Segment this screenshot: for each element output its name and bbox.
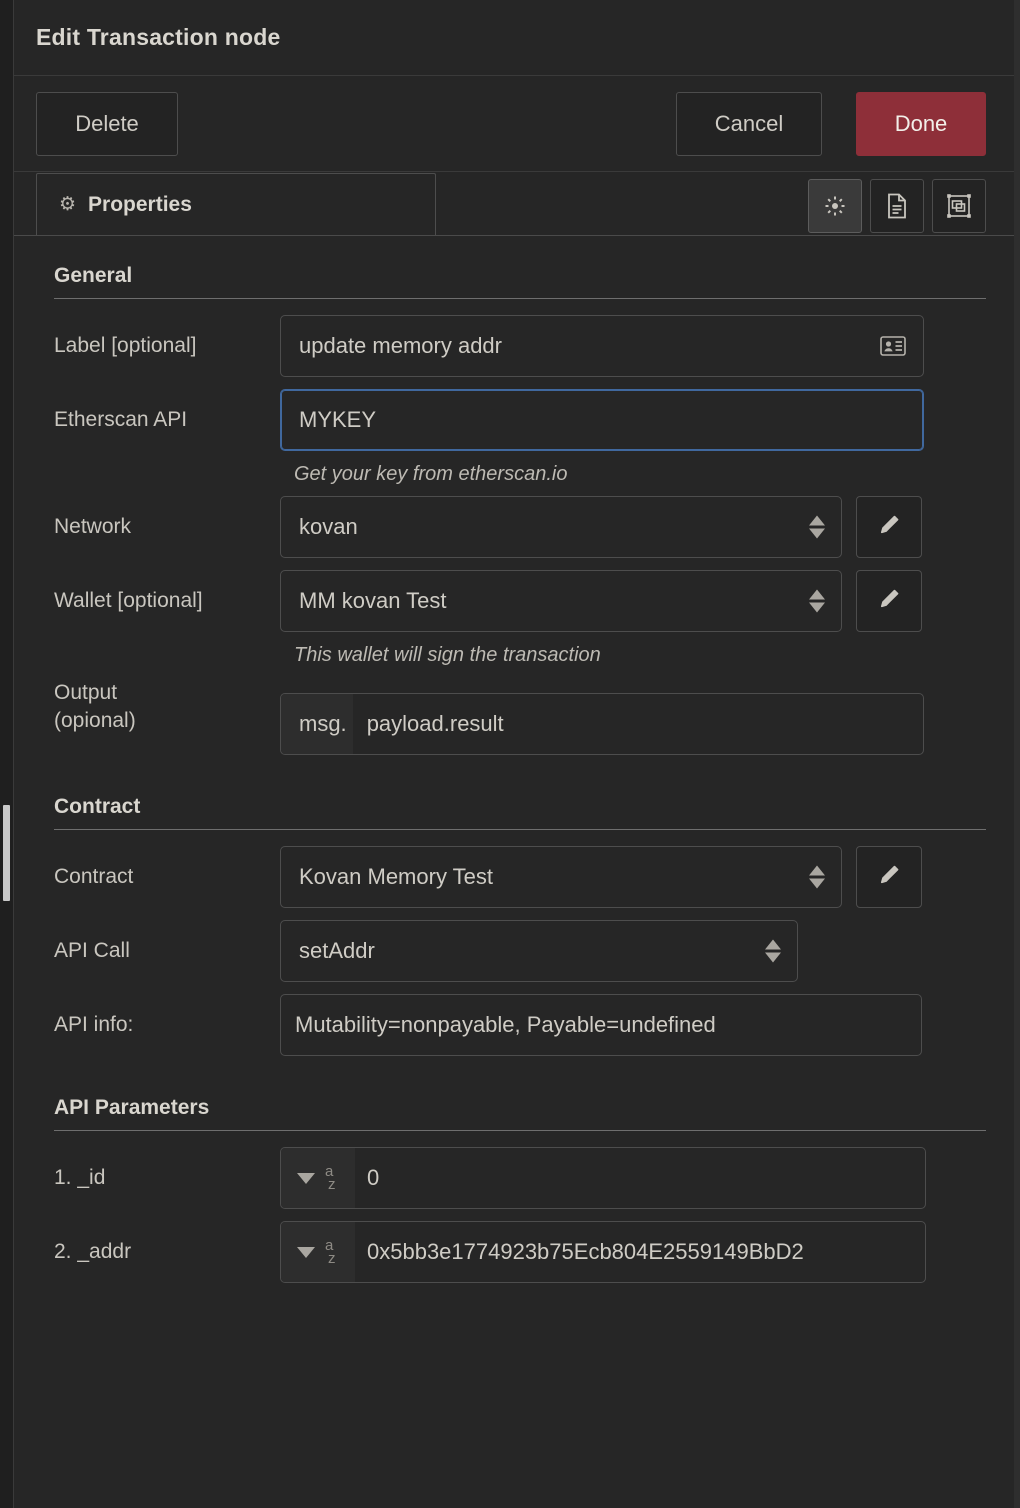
- section-heading-contract: Contract: [54, 767, 986, 829]
- wallet-select-value: MM kovan Test: [299, 588, 447, 614]
- pencil-icon: [877, 863, 901, 892]
- param-1-control: az: [280, 1147, 986, 1209]
- page-title: Edit Transaction node: [36, 24, 280, 51]
- select-arrows-icon: [809, 590, 825, 613]
- pencil-icon: [877, 587, 901, 616]
- param-2-field: az: [280, 1221, 926, 1283]
- dialog-title-bar: Edit Transaction node: [14, 0, 1014, 76]
- output-value-input[interactable]: [353, 694, 923, 754]
- cancel-button[interactable]: Cancel: [676, 92, 822, 156]
- label-field-control: [280, 315, 986, 377]
- api-call-field-control: setAddr: [280, 920, 986, 982]
- select-arrows-icon: [809, 866, 825, 889]
- output-label-line2: (opional): [54, 707, 272, 735]
- tab-strip: ⚙ Properties: [14, 172, 1014, 236]
- edit-transaction-dialog: Edit Transaction node Delete Cancel Done…: [0, 0, 1020, 1508]
- row-label-field: Label [optional]: [54, 315, 986, 377]
- network-field-label: Network: [54, 513, 280, 541]
- output-type-prefix[interactable]: msg.: [281, 694, 353, 754]
- contract-select[interactable]: Kovan Memory Test: [280, 846, 842, 908]
- appearance-tool-button[interactable]: [932, 179, 986, 233]
- api-call-field-label: API Call: [54, 937, 280, 965]
- output-field-label: Output (opional): [54, 677, 280, 735]
- row-api-call-field: API Call setAddr: [54, 920, 986, 982]
- network-select-value: kovan: [299, 514, 358, 540]
- gear-icon: [823, 194, 847, 218]
- az-string-icon: az: [323, 1237, 343, 1267]
- row-api-info-field: API info: Mutability=nonpayable, Payable…: [54, 994, 986, 1056]
- az-string-icon: az: [323, 1163, 343, 1193]
- api-info-value: Mutability=nonpayable, Payable=undefined: [280, 994, 922, 1056]
- row-contract-field: Contract Kovan Memory Test: [54, 846, 986, 908]
- param-1-label: 1. _id: [54, 1164, 280, 1192]
- dialog-panel: Edit Transaction node Delete Cancel Done…: [14, 0, 1020, 1508]
- document-icon: [886, 193, 908, 219]
- appearance-icon: [946, 193, 972, 219]
- output-field-control: msg.: [280, 677, 986, 755]
- tab-properties-label: Properties: [88, 193, 192, 217]
- network-field-control: kovan: [280, 496, 986, 558]
- chevron-down-icon: [297, 1173, 315, 1184]
- wallet-edit-button[interactable]: [856, 570, 922, 632]
- api-call-select[interactable]: setAddr: [280, 920, 798, 982]
- done-button[interactable]: Done: [856, 92, 986, 156]
- panel-scrollbar-thumb[interactable]: [3, 805, 10, 901]
- param-1-value-input[interactable]: [355, 1148, 925, 1208]
- network-select[interactable]: kovan: [280, 496, 842, 558]
- section-divider-api-parameters: [54, 1130, 986, 1131]
- param-1-field: az: [280, 1147, 926, 1209]
- param-2-value-input[interactable]: [355, 1222, 925, 1282]
- row-param-1: 1. _id az: [54, 1147, 986, 1209]
- select-arrows-icon: [809, 516, 825, 539]
- section-heading-api-parameters: API Parameters: [54, 1068, 986, 1130]
- row-param-2: 2. _addr az: [54, 1221, 986, 1283]
- wallet-field-control: MM kovan Test: [280, 570, 986, 632]
- wallet-select[interactable]: MM kovan Test: [280, 570, 842, 632]
- row-wallet-field: Wallet [optional] MM kovan Test: [54, 570, 986, 632]
- label-field-label: Label [optional]: [54, 332, 280, 360]
- select-arrows-icon: [765, 940, 781, 963]
- contract-field-label: Contract: [54, 863, 280, 891]
- row-network-field: Network kovan: [54, 496, 986, 558]
- etherscan-hint: Get your key from etherscan.io: [294, 463, 986, 486]
- contract-edit-button[interactable]: [856, 846, 922, 908]
- row-etherscan-field: Etherscan API: [54, 389, 986, 451]
- pencil-icon: [877, 513, 901, 542]
- wallet-hint: This wallet will sign the transaction: [294, 644, 986, 667]
- section-heading-general: General: [54, 236, 986, 298]
- delete-button[interactable]: Delete: [36, 92, 178, 156]
- gear-icon: ⚙: [59, 195, 76, 214]
- wallet-field-label: Wallet [optional]: [54, 587, 280, 615]
- param-2-label: 2. _addr: [54, 1238, 280, 1266]
- properties-form: General Label [optional]: [14, 236, 1014, 1508]
- label-input-wrap: [280, 315, 924, 377]
- properties-tool-button[interactable]: [808, 179, 862, 233]
- contract-select-value: Kovan Memory Test: [299, 864, 493, 890]
- section-divider-contract: [54, 829, 986, 830]
- panel-scrollbar-track[interactable]: [0, 0, 14, 1508]
- output-label-line1: Output: [54, 679, 272, 707]
- api-info-field-label: API info:: [54, 1011, 280, 1039]
- description-tool-button[interactable]: [870, 179, 924, 233]
- etherscan-api-input[interactable]: [280, 389, 924, 451]
- param-1-type-selector[interactable]: az: [281, 1148, 355, 1208]
- tab-properties[interactable]: ⚙ Properties: [36, 173, 436, 235]
- row-output-field: Output (opional) msg.: [54, 677, 986, 755]
- chevron-down-icon: [297, 1247, 315, 1258]
- api-info-field-control: Mutability=nonpayable, Payable=undefined: [280, 994, 986, 1056]
- dialog-action-bar: Delete Cancel Done: [14, 76, 1014, 172]
- api-call-select-value: setAddr: [299, 938, 375, 964]
- param-2-type-selector[interactable]: az: [281, 1222, 355, 1282]
- section-divider-general: [54, 298, 986, 299]
- label-input[interactable]: [280, 315, 924, 377]
- etherscan-input-wrap: [280, 389, 924, 451]
- etherscan-field-control: [280, 389, 986, 451]
- network-edit-button[interactable]: [856, 496, 922, 558]
- tab-tools: [808, 179, 986, 235]
- param-2-control: az: [280, 1221, 986, 1283]
- output-typed-input: msg.: [280, 693, 924, 755]
- etherscan-field-label: Etherscan API: [54, 406, 280, 434]
- contract-field-control: Kovan Memory Test: [280, 846, 986, 908]
